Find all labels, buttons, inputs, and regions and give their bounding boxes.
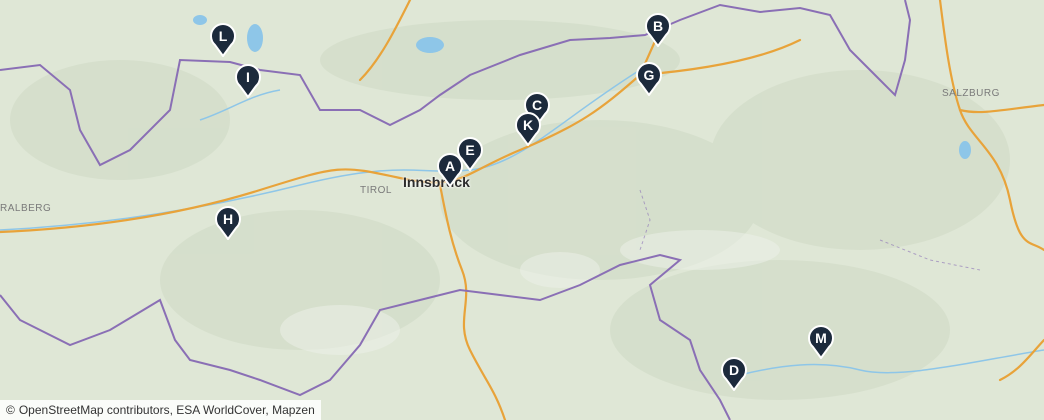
map-marker-h[interactable]: H xyxy=(214,206,242,240)
region-label-salzburg: SALZBURG xyxy=(942,88,1000,99)
map-marker-k[interactable]: K xyxy=(514,112,542,146)
region-label-tirol: TIROL xyxy=(360,185,392,196)
map-marker-e[interactable]: E xyxy=(456,137,484,171)
map-marker-g[interactable]: G xyxy=(635,62,663,96)
attribution-text: OpenStreetMap contributors, ESA WorldCov… xyxy=(18,403,315,417)
map-marker-m[interactable]: M xyxy=(807,325,835,359)
map-pin-icon xyxy=(808,325,834,359)
map-attribution: © OpenStreetMap contributors, ESA WorldCo… xyxy=(0,400,321,420)
map-pin-icon xyxy=(210,23,236,57)
map-marker-b[interactable]: B xyxy=(644,13,672,47)
map-terrain xyxy=(0,0,1044,420)
map-pin-icon xyxy=(721,357,747,391)
map-view[interactable]: TIROL SALZBURG RALBERG Innsbruck ABCDEGH… xyxy=(0,0,1044,420)
region-label-arlberg: RALBERG xyxy=(0,203,52,214)
map-marker-i[interactable]: I xyxy=(234,64,262,98)
map-marker-d[interactable]: D xyxy=(720,357,748,391)
map-pin-icon xyxy=(215,206,241,240)
map-pin-icon xyxy=(515,112,541,146)
map-pin-icon xyxy=(636,62,662,96)
map-pin-icon xyxy=(645,13,671,47)
map-pin-icon xyxy=(457,137,483,171)
copyright-icon: © xyxy=(6,403,15,417)
map-pin-icon xyxy=(235,64,261,98)
map-marker-l[interactable]: L xyxy=(209,23,237,57)
